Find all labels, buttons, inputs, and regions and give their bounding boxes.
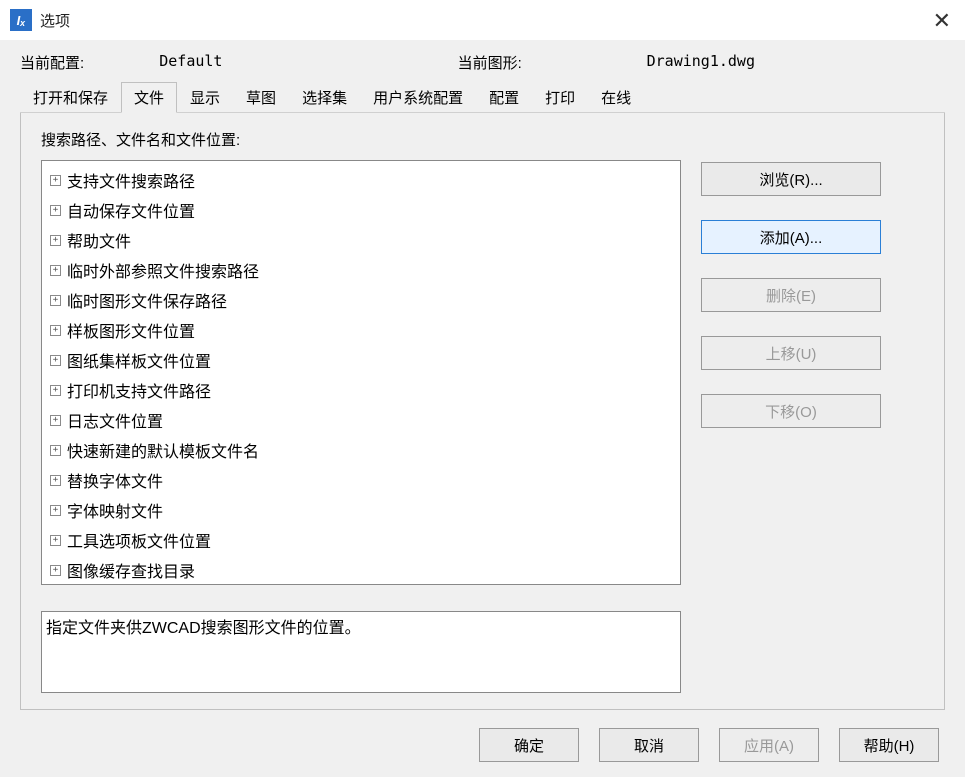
section-label: 搜索路径、文件名和文件位置:: [41, 129, 924, 150]
tab-drafting[interactable]: 草图: [233, 82, 289, 113]
tree-item-label: 支持文件搜索路径: [67, 168, 195, 192]
app-icon: Iₓ: [10, 9, 32, 31]
tabs: 打开和保存 文件 显示 草图 选择集 用户系统配置 配置 打印 在线: [20, 81, 945, 113]
tree-item-label: 打印机支持文件路径: [67, 378, 211, 402]
tree-item[interactable]: + 样板图形文件位置: [42, 315, 680, 345]
expand-icon[interactable]: +: [50, 535, 61, 546]
tree-item[interactable]: + 打印机支持文件路径: [42, 375, 680, 405]
moveup-button: 上移(U): [701, 336, 881, 370]
tab-profiles[interactable]: 配置: [476, 82, 532, 113]
tree-item-label: 样板图形文件位置: [67, 318, 195, 342]
current-profile-label: 当前配置:: [20, 52, 159, 73]
description-text: 指定文件夹供ZWCAD搜索图形文件的位置。: [46, 620, 361, 637]
tree-item[interactable]: + 日志文件位置: [42, 405, 680, 435]
current-drawing-value: Drawing1.dwg: [647, 52, 945, 73]
window-title: 选项: [40, 10, 70, 31]
tab-page-file: 搜索路径、文件名和文件位置: + 支持文件搜索路径 + 自动保存文件位置 + 帮助文件…: [20, 113, 945, 710]
delete-button: 删除(E): [701, 278, 881, 312]
expand-icon[interactable]: +: [50, 475, 61, 486]
config-row: 当前配置: Default 当前图形: Drawing1.dwg: [20, 40, 945, 81]
expand-icon[interactable]: +: [50, 325, 61, 336]
expand-icon[interactable]: +: [50, 415, 61, 426]
expand-icon[interactable]: +: [50, 175, 61, 186]
expand-icon[interactable]: +: [50, 235, 61, 246]
tab-user-prefs[interactable]: 用户系统配置: [360, 82, 476, 113]
side-buttons: 浏览(R)... 添加(A)... 删除(E) 上移(U) 下移(O): [701, 160, 881, 585]
apply-button: 应用(A): [719, 728, 819, 762]
current-profile-value: Default: [159, 52, 457, 73]
expand-icon[interactable]: +: [50, 355, 61, 366]
tree-item-label: 图像缓存查找目录: [67, 558, 195, 582]
tab-file[interactable]: 文件: [121, 82, 177, 113]
tree-item-label: 快速新建的默认模板文件名: [67, 438, 259, 462]
help-button[interactable]: 帮助(H): [839, 728, 939, 762]
tab-open-save[interactable]: 打开和保存: [20, 82, 121, 113]
tree-item[interactable]: + 自动保存文件位置: [42, 195, 680, 225]
current-drawing-label: 当前图形:: [458, 52, 647, 73]
ok-button[interactable]: 确定: [479, 728, 579, 762]
tree-item[interactable]: + 快速新建的默认模板文件名: [42, 435, 680, 465]
expand-icon[interactable]: +: [50, 385, 61, 396]
tree-item-label: 帮助文件: [67, 228, 131, 252]
tree-item-label: 字体映射文件: [67, 498, 163, 522]
tree-item-label: 日志文件位置: [67, 408, 163, 432]
expand-icon[interactable]: +: [50, 295, 61, 306]
description-box: 指定文件夹供ZWCAD搜索图形文件的位置。: [41, 611, 681, 693]
tree-item-label: 临时图形文件保存路径: [67, 288, 227, 312]
tree-item-label: 工具选项板文件位置: [67, 528, 211, 552]
tree-item[interactable]: + 工具选项板文件位置: [42, 525, 680, 555]
add-button[interactable]: 添加(A)...: [701, 220, 881, 254]
expand-icon[interactable]: +: [50, 265, 61, 276]
tab-online[interactable]: 在线: [588, 82, 644, 113]
browse-button[interactable]: 浏览(R)...: [701, 162, 881, 196]
expand-icon[interactable]: +: [50, 205, 61, 216]
expand-icon[interactable]: +: [50, 505, 61, 516]
tree-item[interactable]: + 临时外部参照文件搜索路径: [42, 255, 680, 285]
tree-item[interactable]: + 图纸集样板文件位置: [42, 345, 680, 375]
tree-item[interactable]: + 字体映射文件: [42, 495, 680, 525]
titlebar: Iₓ 选项 ✕: [0, 0, 965, 40]
tab-plot[interactable]: 打印: [532, 82, 588, 113]
footer: 确定 取消 应用(A) 帮助(H): [0, 710, 965, 772]
tree-item[interactable]: + 支持文件搜索路径: [42, 165, 680, 195]
tab-display[interactable]: 显示: [177, 82, 233, 113]
paths-tree[interactable]: +支持文件搜索路径 +自动保存文件位置 +帮助文件 +临时外部参照文件搜索路径 …: [41, 160, 681, 585]
tree-item-label: 替换字体文件: [67, 468, 163, 492]
cancel-button[interactable]: 取消: [599, 728, 699, 762]
tree-item[interactable]: + 临时图形文件保存路径: [42, 285, 680, 315]
dialog-body: 当前配置: Default 当前图形: Drawing1.dwg 打开和保存 文…: [0, 40, 965, 710]
close-icon[interactable]: ✕: [933, 8, 951, 34]
tree-item[interactable]: + 帮助文件: [42, 225, 680, 255]
expand-icon[interactable]: +: [50, 565, 61, 576]
tree-item-label: 图纸集样板文件位置: [67, 348, 211, 372]
movedown-button: 下移(O): [701, 394, 881, 428]
tree-item[interactable]: + 替换字体文件: [42, 465, 680, 495]
tab-selection[interactable]: 选择集: [289, 82, 360, 113]
tree-item-label: 临时外部参照文件搜索路径: [67, 258, 259, 282]
tree-item[interactable]: + 图像缓存查找目录: [42, 555, 680, 585]
tree-item-label: 自动保存文件位置: [67, 198, 195, 222]
expand-icon[interactable]: +: [50, 445, 61, 456]
